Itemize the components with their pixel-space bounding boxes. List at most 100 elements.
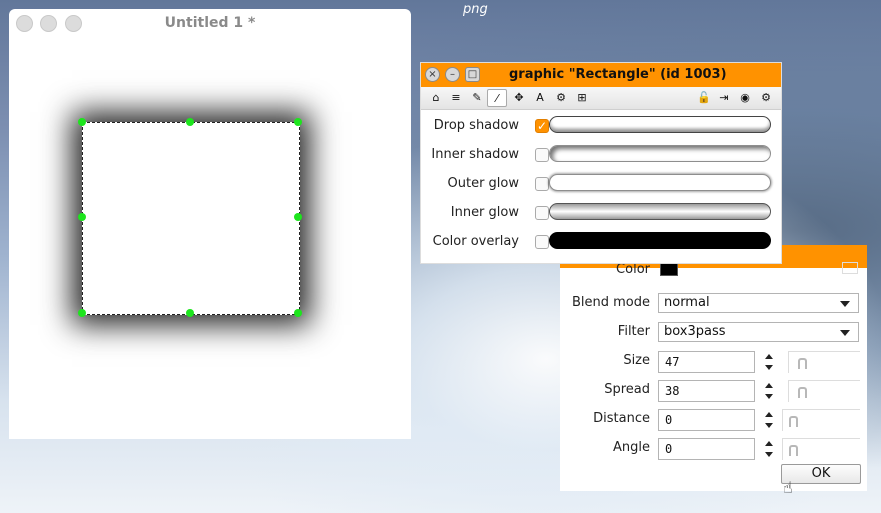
color-row: Color [560, 262, 867, 290]
spread-label: Spread [604, 382, 650, 397]
inner-shadow-row: Inner shadow [421, 142, 781, 168]
properties-titlebar: × – □ graphic "Rectangle" (id 1003) [421, 63, 781, 87]
ok-button[interactable]: OK [781, 464, 861, 484]
export-icon[interactable]: ⇥ [714, 89, 734, 107]
resize-handle-top[interactable] [186, 118, 194, 126]
distance-row: Distance 0 [560, 408, 867, 434]
filter-value: box3pass [664, 324, 726, 339]
arrow-up-icon [765, 412, 773, 417]
hand-cursor-icon: ☝ [783, 478, 793, 497]
angle-label: Angle [613, 440, 650, 455]
arrow-down-icon [765, 365, 773, 370]
color-lock-toggle[interactable] [842, 262, 858, 274]
resize-handle-top-right[interactable] [294, 118, 302, 126]
inner-shadow-preview[interactable] [549, 145, 771, 162]
filter-label: Filter [617, 324, 650, 339]
resize-handle-bottom[interactable] [186, 309, 194, 317]
distance-link-toggle[interactable] [782, 409, 860, 431]
angle-link-toggle[interactable] [782, 438, 860, 460]
resize-handle-right[interactable] [294, 213, 302, 221]
lock-icon[interactable]: 🔓 [694, 89, 714, 107]
chevron-down-icon [840, 330, 850, 336]
chevron-down-icon [840, 301, 850, 307]
inner-shadow-checkbox[interactable] [535, 148, 549, 162]
color-label: Color [616, 262, 650, 277]
blend-mode-row: Blend mode normal [560, 292, 867, 318]
effect-label: Drop shadow [433, 118, 519, 133]
target-icon[interactable]: ◉ [735, 89, 755, 107]
minimize-icon[interactable]: – [445, 67, 460, 82]
link-icon [789, 416, 798, 427]
move-icon[interactable]: ✥ [509, 89, 529, 107]
properties-toolbar: ⌂ ≡ ✎ ⁄ ✥ A ⚙ ⊞ 🔓 ⇥ ◉ ⚙ [421, 87, 781, 110]
link-icon [798, 358, 807, 369]
inner-glow-preview[interactable] [549, 203, 771, 220]
filter-select[interactable]: box3pass [658, 322, 859, 342]
blend-mode-value: normal [664, 295, 710, 310]
arrow-down-icon [765, 423, 773, 428]
outer-glow-row: Outer glow [421, 171, 781, 197]
color-overlay-row: Color overlay [421, 229, 781, 255]
arrow-up-icon [765, 354, 773, 359]
filter-row: Filter box3pass [560, 321, 867, 347]
size-stepper[interactable] [763, 351, 775, 373]
arrow-up-icon [765, 383, 773, 388]
effect-label: Color overlay [432, 234, 519, 249]
resize-handle-bottom-left[interactable] [78, 309, 86, 317]
distance-stepper[interactable] [763, 409, 775, 431]
color-swatch[interactable] [660, 262, 678, 276]
close-icon[interactable]: × [425, 67, 440, 82]
outer-glow-preview[interactable] [549, 174, 771, 191]
effect-label: Outer glow [447, 176, 520, 191]
blend-mode-select[interactable]: normal [658, 293, 859, 313]
rectangle-graphic[interactable] [82, 122, 300, 315]
link-icon [789, 445, 798, 456]
properties-title: graphic "Rectangle" (id 1003) [509, 67, 727, 82]
spread-stepper[interactable] [763, 380, 775, 402]
size-row: Size 47 [560, 350, 867, 376]
settings-gear-icon[interactable]: ⚙ [756, 89, 776, 107]
resize-handle-bottom-right[interactable] [294, 309, 302, 317]
arrow-down-icon [765, 452, 773, 457]
color-overlay-checkbox[interactable] [535, 235, 549, 249]
desktop-label: png [463, 2, 488, 17]
size-input[interactable]: 47 [658, 351, 755, 373]
angle-input[interactable]: 0 [658, 438, 755, 460]
spread-input[interactable]: 38 [658, 380, 755, 402]
distance-input[interactable]: 0 [658, 409, 755, 431]
blend-mode-label: Blend mode [571, 295, 650, 310]
resize-handle-top-left[interactable] [78, 118, 86, 126]
effects-wand-icon[interactable]: ⁄ [487, 89, 507, 107]
outer-glow-checkbox[interactable] [535, 177, 549, 191]
inner-glow-checkbox[interactable] [535, 206, 549, 220]
gears-icon[interactable]: ⚙ [551, 89, 571, 107]
document-canvas[interactable] [9, 37, 411, 439]
text-icon[interactable]: A [530, 89, 550, 107]
size-link-toggle[interactable] [788, 351, 860, 373]
pencil-icon[interactable]: ✎ [467, 89, 487, 107]
effect-label: Inner shadow [431, 147, 519, 162]
distance-label: Distance [593, 411, 650, 426]
resize-handle-left[interactable] [78, 213, 86, 221]
inner-glow-row: Inner glow [421, 200, 781, 226]
properties-panel: × – □ graphic "Rectangle" (id 1003) ⌂ ≡ … [420, 62, 782, 264]
effect-label: Inner glow [450, 205, 519, 220]
effect-editor-panel: Color Blend mode normal Filter box3pass … [560, 245, 867, 491]
spread-link-toggle[interactable] [788, 380, 860, 402]
angle-row: Angle 0 [560, 437, 867, 463]
grid-icon[interactable]: ⊞ [572, 89, 592, 107]
spread-row: Spread 38 [560, 379, 867, 405]
document-titlebar: Untitled 1 * [9, 9, 411, 37]
arrow-up-icon [765, 441, 773, 446]
home-icon[interactable]: ⌂ [426, 89, 446, 107]
drop-shadow-preview[interactable] [549, 116, 771, 133]
arrow-down-icon [765, 394, 773, 399]
drop-shadow-checkbox[interactable]: ✓ [535, 119, 549, 133]
angle-stepper[interactable] [763, 438, 775, 460]
color-overlay-preview[interactable] [549, 232, 771, 249]
layers-icon[interactable]: ≡ [446, 89, 466, 107]
maximize-icon[interactable]: □ [465, 67, 480, 82]
link-icon [798, 387, 807, 398]
size-label: Size [623, 353, 650, 368]
document-window: Untitled 1 * [9, 9, 411, 439]
